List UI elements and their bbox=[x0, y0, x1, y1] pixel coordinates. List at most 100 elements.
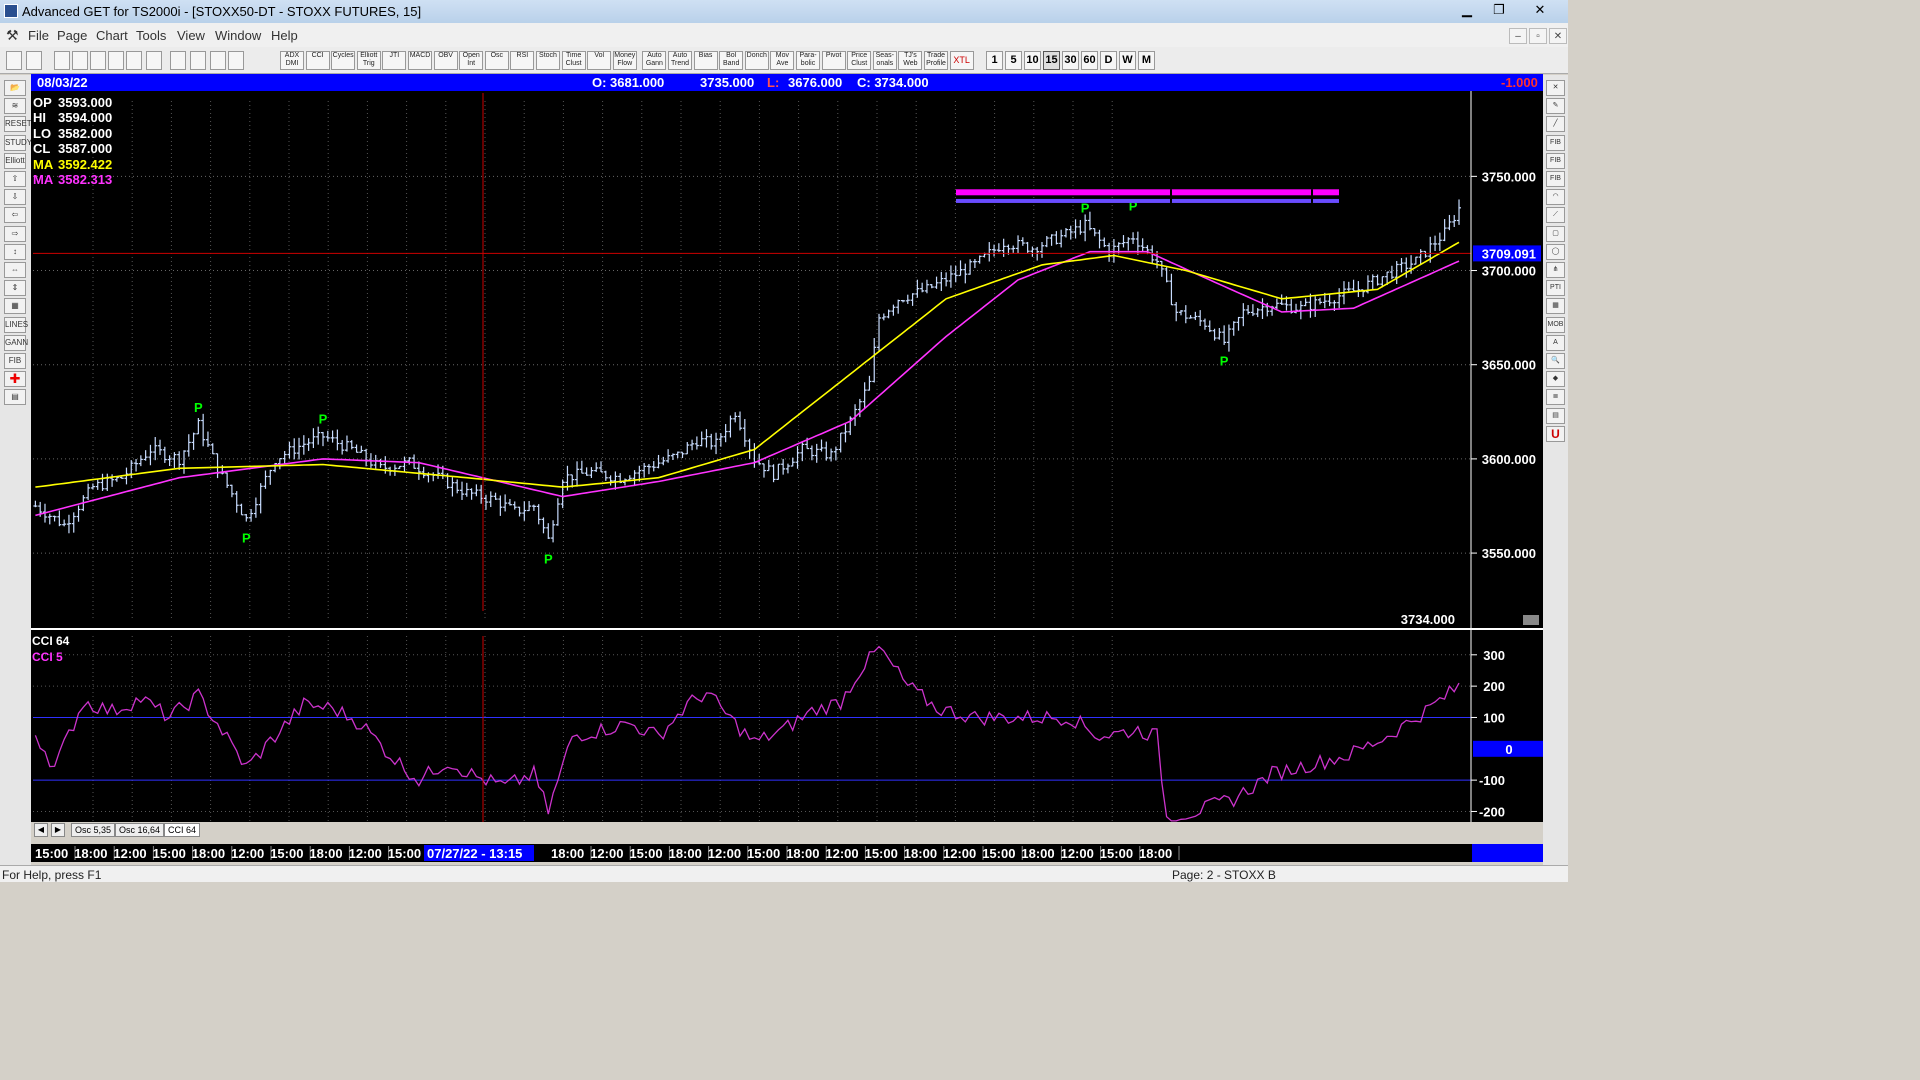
line-icon[interactable]: ╱ bbox=[1546, 116, 1565, 133]
undo-icon[interactable]: U bbox=[1546, 425, 1565, 442]
quote-icon[interactable] bbox=[26, 51, 42, 70]
settings-icon[interactable] bbox=[146, 51, 162, 70]
tab-osc-5-35[interactable]: Osc 5,35 bbox=[71, 823, 116, 837]
menu-page[interactable]: Page bbox=[57, 28, 87, 43]
study-button-cci[interactable]: CCI bbox=[305, 51, 330, 70]
chart-svg[interactable]: PPPPP PP 3750.0003700.0003650.0003600.000… bbox=[31, 91, 1543, 828]
open-icon[interactable] bbox=[72, 51, 88, 70]
chart-area[interactable]: PPPPPPP 3750.000 3700.000 3650.000 3600.000… bbox=[31, 91, 1543, 828]
study-button-para-bolic[interactable]: Para- bolic bbox=[796, 51, 820, 70]
menu-help[interactable]: Help bbox=[271, 28, 298, 43]
template-icon[interactable]: ▤ bbox=[1546, 407, 1565, 424]
interval-button-5[interactable]: 5 bbox=[1005, 51, 1022, 70]
interval-button-1[interactable]: 1 bbox=[986, 51, 1003, 70]
text-a-icon[interactable]: A bbox=[1546, 334, 1565, 351]
context-help-icon[interactable] bbox=[228, 51, 244, 70]
fib-time-icon[interactable]: FIB bbox=[1546, 171, 1565, 187]
study-button-open-int[interactable]: Open Int bbox=[459, 51, 484, 70]
minimize-button[interactable]: ▁ bbox=[1452, 0, 1482, 20]
save-icon[interactable] bbox=[90, 51, 106, 70]
study-button-macd[interactable]: MACD bbox=[408, 51, 432, 70]
expand-tool-icon[interactable]: ⇔ bbox=[4, 262, 26, 278]
study-tool-icon[interactable]: STUDY bbox=[4, 134, 32, 151]
study-button-stoch[interactable]: Stoch bbox=[536, 51, 560, 70]
study-button-trade-profile[interactable]: Trade Profile bbox=[924, 51, 948, 70]
tab-osc-16-64[interactable]: Osc 16,64 bbox=[115, 823, 165, 837]
fib-ret-icon[interactable]: FIB bbox=[1546, 134, 1565, 151]
study-button-pivot[interactable]: Pivot bbox=[821, 51, 846, 70]
bulb-icon[interactable] bbox=[190, 51, 206, 70]
menu-view[interactable]: View bbox=[177, 28, 205, 43]
restore-button[interactable]: ❐ bbox=[1484, 0, 1514, 20]
study-button-auto-gann[interactable]: Auto Gann bbox=[642, 51, 667, 70]
interval-button-30[interactable]: 30 bbox=[1062, 51, 1079, 70]
menu-window[interactable]: Window bbox=[215, 28, 261, 43]
copy-icon[interactable] bbox=[108, 51, 124, 70]
right-arrow-icon[interactable]: ⇨ bbox=[4, 225, 26, 242]
mdi-minimize-button[interactable]: – bbox=[1509, 28, 1527, 44]
study-button-mov-ave[interactable]: Mov Ave bbox=[770, 51, 795, 70]
pencil-icon[interactable]: ✎ bbox=[1546, 98, 1565, 115]
tab-next-button[interactable]: ▶ bbox=[51, 823, 65, 837]
study-button-donch[interactable]: Donch bbox=[744, 51, 769, 70]
interval-button-15[interactable]: 15 bbox=[1043, 51, 1060, 70]
elliott-tool-icon[interactable]: Elliott bbox=[4, 152, 26, 169]
study-button-adx-dmi[interactable]: ADX DMI bbox=[280, 51, 304, 70]
close-button[interactable]: ✕ bbox=[1516, 0, 1564, 20]
tab-prev-button[interactable]: ◀ bbox=[34, 823, 48, 837]
interval-button-10[interactable]: 10 bbox=[1024, 51, 1041, 70]
study-button-seas-onals[interactable]: Seas- onals bbox=[872, 51, 897, 70]
study-button-rsi[interactable]: RSI bbox=[510, 51, 535, 70]
study-button-osc[interactable]: Osc bbox=[484, 51, 509, 70]
crosshair-tool-icon[interactable]: ✚ bbox=[4, 371, 26, 388]
study-button-elliott-trig[interactable]: Elliott Trig bbox=[356, 51, 381, 70]
mdi-restore-button[interactable]: ▫ bbox=[1529, 28, 1547, 44]
grid-icon[interactable]: ▦ bbox=[1546, 298, 1565, 315]
help-icon[interactable] bbox=[210, 51, 226, 70]
rectangle-icon[interactable]: ▢ bbox=[1546, 225, 1565, 242]
interval-button-60[interactable]: 60 bbox=[1081, 51, 1098, 70]
up-arrow-icon[interactable]: ⇧ bbox=[4, 171, 26, 187]
study-button-bias[interactable]: Bias bbox=[693, 51, 718, 70]
fan-icon[interactable]: ⟋ bbox=[1546, 207, 1565, 224]
channel-icon[interactable]: ≣ bbox=[1546, 389, 1565, 406]
lines-draw-icon[interactable]: LINES bbox=[4, 316, 28, 333]
down-arrow-icon[interactable]: ⇩ bbox=[4, 189, 26, 206]
tab-cci-64[interactable]: CCI 64 bbox=[164, 823, 201, 837]
zoom-icon[interactable]: 🔍 bbox=[1546, 353, 1565, 369]
study-button-xtl[interactable]: XTL bbox=[949, 51, 974, 70]
open-folder-icon[interactable]: 📂 bbox=[4, 80, 26, 96]
template-tool-icon[interactable]: ▤ bbox=[4, 389, 26, 406]
app-menu-icon[interactable]: ⚒ bbox=[6, 27, 19, 44]
study-button-bol-band[interactable]: Bol Band bbox=[719, 51, 744, 70]
zoom-tool-icon[interactable]: ⇕ bbox=[4, 280, 26, 297]
pitchfork-icon[interactable]: ⋔ bbox=[1546, 262, 1565, 278]
ellipse-icon[interactable]: ◯ bbox=[1546, 243, 1565, 260]
interval-button-m[interactable]: M bbox=[1138, 51, 1155, 70]
fib-tool-icon[interactable]: FIB bbox=[4, 353, 26, 369]
menu-file[interactable]: File bbox=[28, 28, 49, 43]
menu-tools[interactable]: Tools bbox=[136, 28, 166, 43]
reset-tool-icon[interactable]: RESET bbox=[4, 116, 32, 133]
study-button-auto-trend[interactable]: Auto Trend bbox=[668, 51, 692, 70]
interval-button-d[interactable]: D bbox=[1100, 51, 1117, 70]
pti-icon[interactable]: PTI bbox=[1546, 280, 1565, 297]
cut-icon[interactable] bbox=[126, 51, 142, 70]
mob-icon[interactable]: MOB bbox=[1546, 316, 1565, 333]
new-page-icon[interactable] bbox=[54, 51, 70, 70]
study-button-jti[interactable]: JTI bbox=[382, 51, 407, 70]
mdi-close-button[interactable]: ✕ bbox=[1549, 28, 1567, 44]
scale-toggle-icon[interactable] bbox=[1523, 615, 1539, 625]
pointer-icon[interactable] bbox=[6, 51, 22, 70]
study-button-price-clust[interactable]: Price Clust bbox=[847, 51, 872, 70]
lines-tool-icon[interactable]: ≋ bbox=[4, 98, 26, 115]
study-button-obv[interactable]: OBV bbox=[433, 51, 458, 70]
gann-tool-icon[interactable]: GANN bbox=[4, 334, 28, 351]
study-button-tj-s-web[interactable]: TJ's Web bbox=[898, 51, 923, 70]
grid-tool-icon[interactable]: ▦ bbox=[4, 298, 26, 315]
study-button-money-flow[interactable]: Money Flow bbox=[612, 51, 637, 70]
cycle-tool-icon[interactable]: ↕ bbox=[4, 243, 26, 260]
arc-icon[interactable]: ◠ bbox=[1546, 189, 1565, 206]
study-button-cycles[interactable]: Cycles bbox=[331, 51, 356, 70]
close-x-icon[interactable]: ✕ bbox=[1546, 80, 1565, 96]
